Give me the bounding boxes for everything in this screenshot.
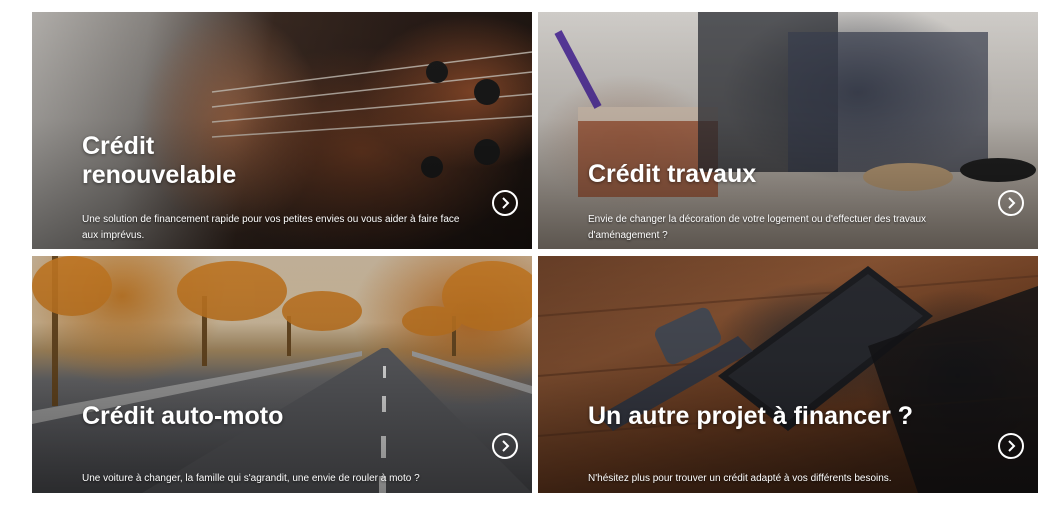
card-autre-projet[interactable]: Un autre projet à financer ? N'hésitez p… — [538, 256, 1038, 493]
card-description: Envie de changer la décoration de votre … — [588, 214, 927, 241]
card-overlay — [538, 256, 1038, 493]
chevron-right-circle-icon[interactable] — [492, 433, 518, 459]
card-title: Crédit travaux — [588, 160, 757, 188]
chevron-right-circle-icon[interactable] — [492, 190, 518, 216]
card-credit-travaux[interactable]: Crédit travaux Envie de changer la décor… — [538, 12, 1038, 249]
card-credit-renouvelable[interactable]: Crédit renouvelable Une solution de fina… — [32, 12, 532, 249]
card-description: N'hésitez plus pour trouver un crédit ad… — [588, 473, 892, 484]
chevron-right-circle-icon[interactable] — [998, 433, 1024, 459]
card-description: Une solution de financement rapide pour … — [82, 214, 460, 241]
card-title: Crédit renouvelable — [82, 132, 237, 189]
chevron-right-circle-icon[interactable] — [998, 190, 1024, 216]
card-credit-auto-moto[interactable]: Crédit auto-moto Une voiture à changer, … — [32, 256, 532, 493]
card-title: Un autre projet à financer ? — [588, 402, 914, 430]
card-overlay — [32, 256, 532, 493]
credit-offers-grid: Crédit renouvelable Une solution de fina… — [0, 0, 1052, 505]
card-description: Une voiture à changer, la famille qui s'… — [82, 473, 420, 484]
card-title: Crédit auto-moto — [82, 402, 284, 430]
